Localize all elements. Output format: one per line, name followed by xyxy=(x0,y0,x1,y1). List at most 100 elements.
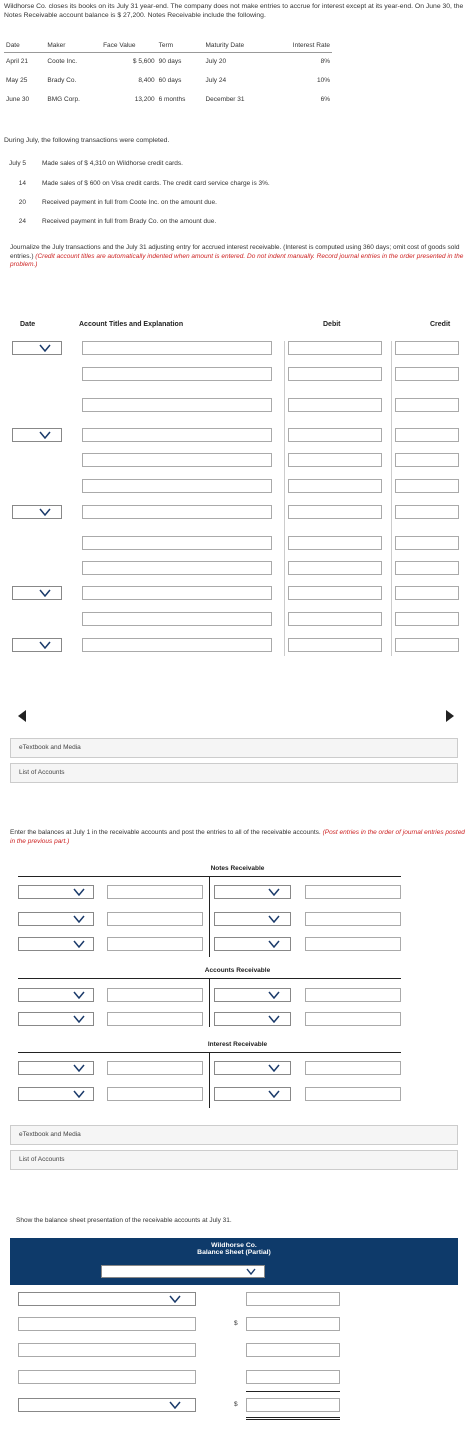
list-of-accounts-link[interactable]: List of Accounts xyxy=(10,763,458,783)
notes-header: Maturity Date xyxy=(203,40,270,53)
account-title-input[interactable] xyxy=(82,453,272,467)
debit-amount-input[interactable] xyxy=(107,912,203,926)
account-title-input[interactable] xyxy=(82,638,272,652)
t-account-title-accounts: Accounts Receivable xyxy=(204,967,271,974)
posting-date-select[interactable] xyxy=(214,885,291,899)
amount-input[interactable] xyxy=(246,1370,340,1384)
previous-arrow-icon[interactable] xyxy=(18,710,26,722)
debit-amount-input[interactable] xyxy=(107,937,203,951)
chevron-down-icon xyxy=(73,991,85,999)
t-account-divider xyxy=(209,978,210,1027)
account-input[interactable] xyxy=(18,1370,196,1384)
account-input[interactable] xyxy=(18,1343,196,1357)
statement-title: Balance Sheet (Partial) xyxy=(197,1249,271,1256)
posting-date-select[interactable] xyxy=(18,885,94,899)
amount-input[interactable] xyxy=(246,1292,340,1306)
debit-input[interactable] xyxy=(288,505,382,519)
account-title-input[interactable] xyxy=(82,505,272,519)
posting-date-select[interactable] xyxy=(214,1087,291,1101)
account-title-input[interactable] xyxy=(82,398,272,412)
debit-input[interactable] xyxy=(288,561,382,575)
etextbook-link[interactable]: eTextbook and Media xyxy=(10,1125,458,1145)
debit-input[interactable] xyxy=(288,479,382,493)
debit-input[interactable] xyxy=(288,398,382,412)
credit-input[interactable] xyxy=(395,479,459,493)
account-title-input[interactable] xyxy=(82,561,272,575)
next-arrow-icon[interactable] xyxy=(446,710,454,722)
table-cell: 10% xyxy=(316,77,330,84)
account-select[interactable] xyxy=(18,1398,196,1412)
table-cell: June 30 xyxy=(6,96,30,103)
account-title-input[interactable] xyxy=(82,367,272,381)
account-title-input[interactable] xyxy=(82,612,272,626)
credit-amount-input[interactable] xyxy=(305,912,401,926)
account-title-input[interactable] xyxy=(82,536,272,550)
transaction-text: Made sales of $ 600 on Visa credit cards… xyxy=(42,180,270,187)
debit-input[interactable] xyxy=(288,612,382,626)
chevron-down-icon xyxy=(268,888,280,896)
date-select[interactable] xyxy=(12,638,62,652)
amount-input[interactable] xyxy=(246,1317,340,1331)
credit-input[interactable] xyxy=(395,428,459,442)
credit-amount-input[interactable] xyxy=(305,988,401,1002)
account-input[interactable] xyxy=(18,1317,196,1331)
posting-date-select[interactable] xyxy=(18,1087,94,1101)
credit-input[interactable] xyxy=(395,612,459,626)
debit-input[interactable] xyxy=(288,341,382,355)
account-select[interactable] xyxy=(18,1292,196,1306)
credit-input[interactable] xyxy=(395,638,459,652)
dollar-sign: $ xyxy=(234,1320,238,1327)
debit-amount-input[interactable] xyxy=(107,1061,203,1075)
posting-date-select[interactable] xyxy=(18,912,94,926)
debit-amount-input[interactable] xyxy=(107,1012,203,1026)
debit-input[interactable] xyxy=(288,586,382,600)
etextbook-link[interactable]: eTextbook and Media xyxy=(10,738,458,758)
credit-input[interactable] xyxy=(395,341,459,355)
credit-amount-input[interactable] xyxy=(305,1012,401,1026)
account-title-input[interactable] xyxy=(82,341,272,355)
table-cell: Brady Co. xyxy=(47,77,77,84)
credit-amount-input[interactable] xyxy=(305,1061,401,1075)
credit-input[interactable] xyxy=(395,453,459,467)
statement-date-select[interactable] xyxy=(101,1265,265,1278)
credit-input[interactable] xyxy=(395,398,459,412)
transaction-text: Made sales of $ 4,310 on Wildhorse credi… xyxy=(42,160,183,167)
debit-input[interactable] xyxy=(288,453,382,467)
credit-input[interactable] xyxy=(395,536,459,550)
list-of-accounts-link[interactable]: List of Accounts xyxy=(10,1150,458,1170)
posting-date-select[interactable] xyxy=(214,988,291,1002)
posting-date-select[interactable] xyxy=(18,937,94,951)
credit-input[interactable] xyxy=(395,505,459,519)
debit-amount-input[interactable] xyxy=(107,885,203,899)
posting-date-select[interactable] xyxy=(18,1061,94,1075)
date-select[interactable] xyxy=(12,505,62,519)
posting-date-select[interactable] xyxy=(214,1012,291,1026)
debit-input[interactable] xyxy=(288,428,382,442)
credit-input[interactable] xyxy=(395,561,459,575)
amount-input[interactable] xyxy=(246,1343,340,1357)
date-select[interactable] xyxy=(12,586,62,600)
posting-date-select[interactable] xyxy=(18,1012,94,1026)
date-select[interactable] xyxy=(12,428,62,442)
debit-amount-input[interactable] xyxy=(107,988,203,1002)
credit-input[interactable] xyxy=(395,586,459,600)
posting-date-select[interactable] xyxy=(18,988,94,1002)
chevron-down-icon xyxy=(39,508,51,516)
credit-amount-input[interactable] xyxy=(305,885,401,899)
debit-amount-input[interactable] xyxy=(107,1087,203,1101)
credit-input[interactable] xyxy=(395,367,459,381)
credit-amount-input[interactable] xyxy=(305,1087,401,1101)
debit-input[interactable] xyxy=(288,367,382,381)
account-title-input[interactable] xyxy=(82,479,272,493)
posting-date-select[interactable] xyxy=(214,912,291,926)
column-divider xyxy=(391,341,392,656)
account-title-input[interactable] xyxy=(82,586,272,600)
debit-input[interactable] xyxy=(288,638,382,652)
credit-amount-input[interactable] xyxy=(305,937,401,951)
account-title-input[interactable] xyxy=(82,428,272,442)
amount-input[interactable] xyxy=(246,1398,340,1412)
debit-input[interactable] xyxy=(288,536,382,550)
posting-date-select[interactable] xyxy=(214,937,291,951)
posting-date-select[interactable] xyxy=(214,1061,291,1075)
date-select[interactable] xyxy=(12,341,62,355)
